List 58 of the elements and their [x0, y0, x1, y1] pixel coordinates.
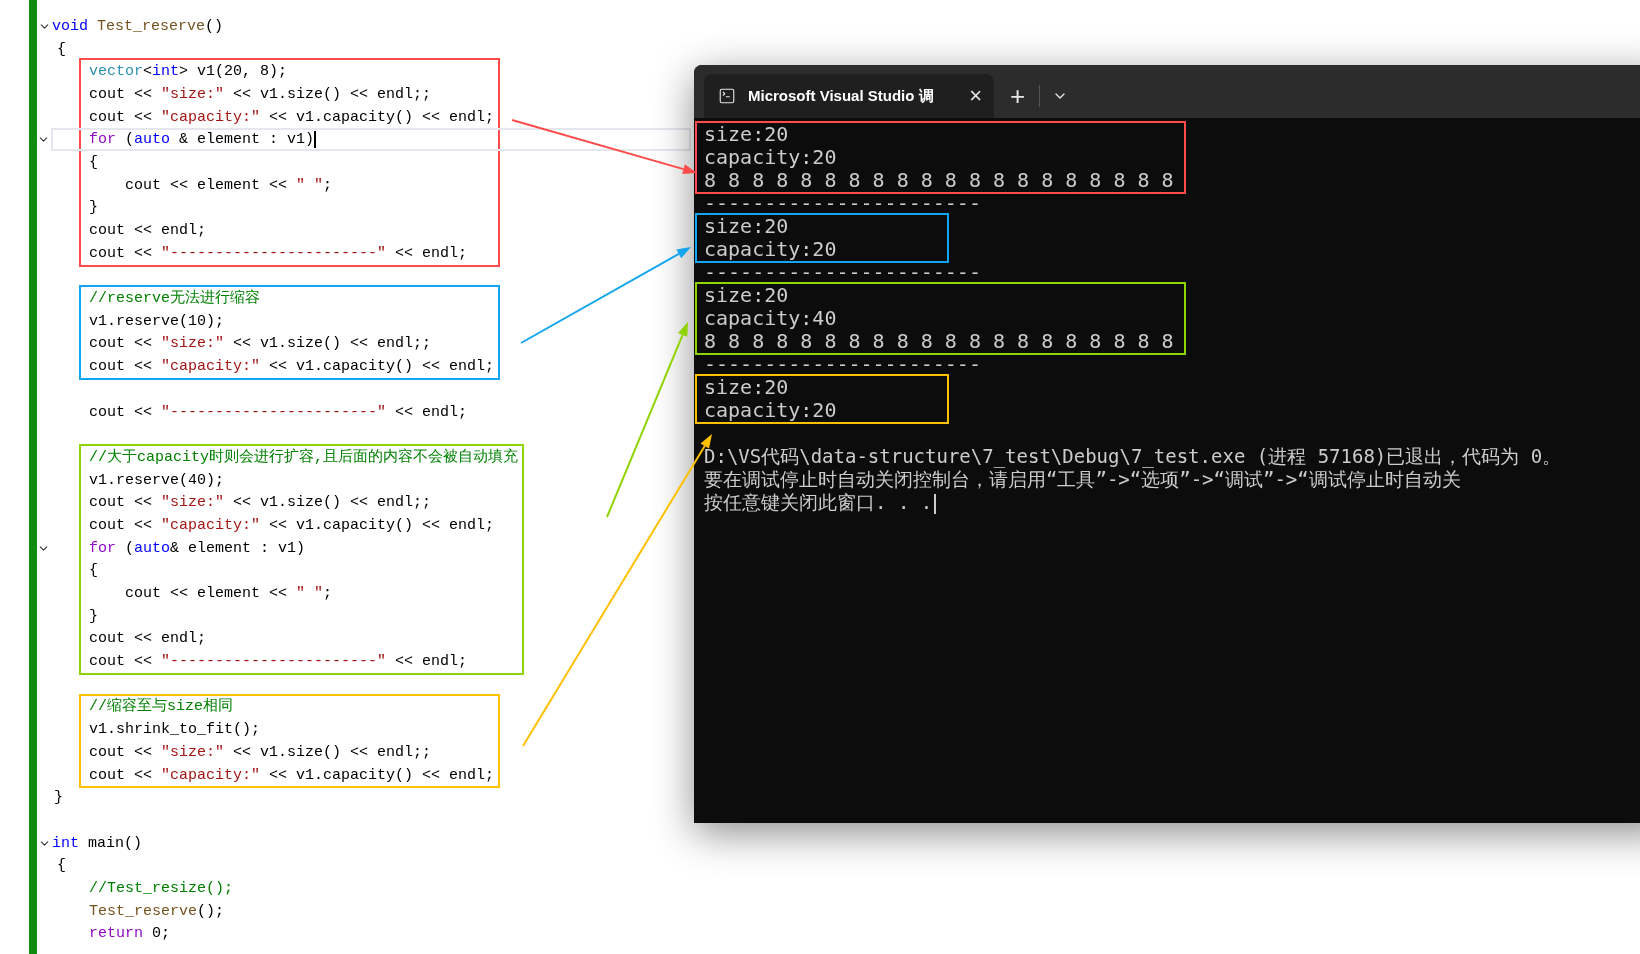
close-button[interactable]: ×	[969, 85, 982, 107]
console-line: -----------------------	[704, 261, 982, 284]
code-line: }	[54, 790, 63, 806]
code-line: //缩容至与size相同	[89, 699, 233, 715]
code-line: void Test_reserve()	[52, 18, 224, 34]
code-line: int main()	[52, 835, 143, 851]
code-line: v1.reserve(10);	[89, 313, 225, 329]
code-line: for (auto& element : v1)	[89, 540, 306, 556]
console-message: 按任意键关闭此窗口. . .	[704, 491, 1640, 514]
console-line: 8 8 8 8 8 8 8 8 8 8 8 8 8 8 8 8 8 8 8 8	[704, 330, 1174, 353]
console-line: size:20	[704, 123, 790, 146]
console-tab[interactable]: Microsoft Visual Studio 调 ×	[704, 74, 994, 118]
code-line: vector<int> v1(20, 8);	[89, 64, 288, 80]
code-line: cout << "size:" << v1.size() << endl;;	[89, 86, 432, 102]
code-line: cout << endl;	[89, 223, 207, 239]
console-line: 8 8 8 8 8 8 8 8 8 8 8 8 8 8 8 8 8 8 8 8	[704, 169, 1174, 192]
console-line: -----------------------	[704, 353, 982, 376]
code-line: v1.shrink_to_fit();	[89, 722, 261, 738]
terminal-icon	[718, 87, 736, 105]
code-line: cout << "capacity:" << v1.capacity() << endl;	[89, 517, 495, 533]
code-line: v1.reserve(40);	[89, 472, 225, 488]
code-line: cout << element << " ";	[124, 586, 333, 602]
code-line: {	[57, 858, 66, 874]
code-line: //大于capacity时则会进行扩容,且后面的内容不会被自动填充	[89, 449, 519, 465]
code-line: {	[89, 154, 98, 170]
code-line: //reserve无法进行缩容	[89, 291, 260, 307]
code-line: Test_reserve();	[89, 903, 225, 919]
code-line: return 0;	[89, 926, 171, 942]
console-line: size:20	[704, 284, 790, 307]
console-line: capacity:20	[704, 238, 838, 261]
text-cursor	[314, 131, 316, 149]
console-line: capacity:20	[704, 399, 838, 422]
code-line: cout << "size:" << v1.size() << endl;;	[89, 336, 432, 352]
code-line: cout << "-----------------------" << endl;	[89, 404, 468, 420]
code-line: cout << "capacity:" << v1.capacity() << endl;	[89, 359, 495, 375]
code-line: //Test_resize();	[89, 880, 234, 896]
code-line: cout << endl;	[89, 631, 207, 647]
code-line: {	[89, 563, 98, 579]
code-line: }	[89, 200, 98, 216]
tab-title: Microsoft Visual Studio 调	[748, 85, 934, 106]
console-line: size:20	[704, 376, 790, 399]
console-line: capacity:40	[704, 307, 838, 330]
console-message: 要在调试停止时自动关闭控制台，请启用“工具”->“选项”->“调试”->“调试停止时自动关	[704, 468, 1462, 491]
code-line: {	[57, 41, 66, 57]
code-line: cout << "size:" << v1.size() << endl;;	[89, 744, 432, 760]
new-tab-button[interactable]: +	[1002, 83, 1034, 109]
code-line: }	[89, 608, 98, 624]
code-line: for (auto & element : v1)	[89, 132, 315, 148]
console-line: size:20	[704, 215, 790, 238]
code-line: cout << element << " ";	[124, 177, 333, 193]
code-line: cout << "-----------------------" << endl;	[89, 245, 468, 261]
code-line: cout << "capacity:" << v1.capacity() << endl;	[89, 109, 495, 125]
console-message: D:\VS代码\data-structure\7_test\Debug\7_test.exe (进程 57168)已退出，代码为 0。	[704, 445, 1563, 468]
console-line: capacity:20	[704, 146, 838, 169]
code-line: cout << "capacity:" << v1.capacity() << endl;	[89, 767, 495, 783]
code-line: cout << "size:" << v1.size() << endl;;	[89, 495, 432, 511]
console-line: -----------------------	[704, 192, 982, 215]
code-line: cout << "-----------------------" << endl;	[89, 654, 468, 670]
